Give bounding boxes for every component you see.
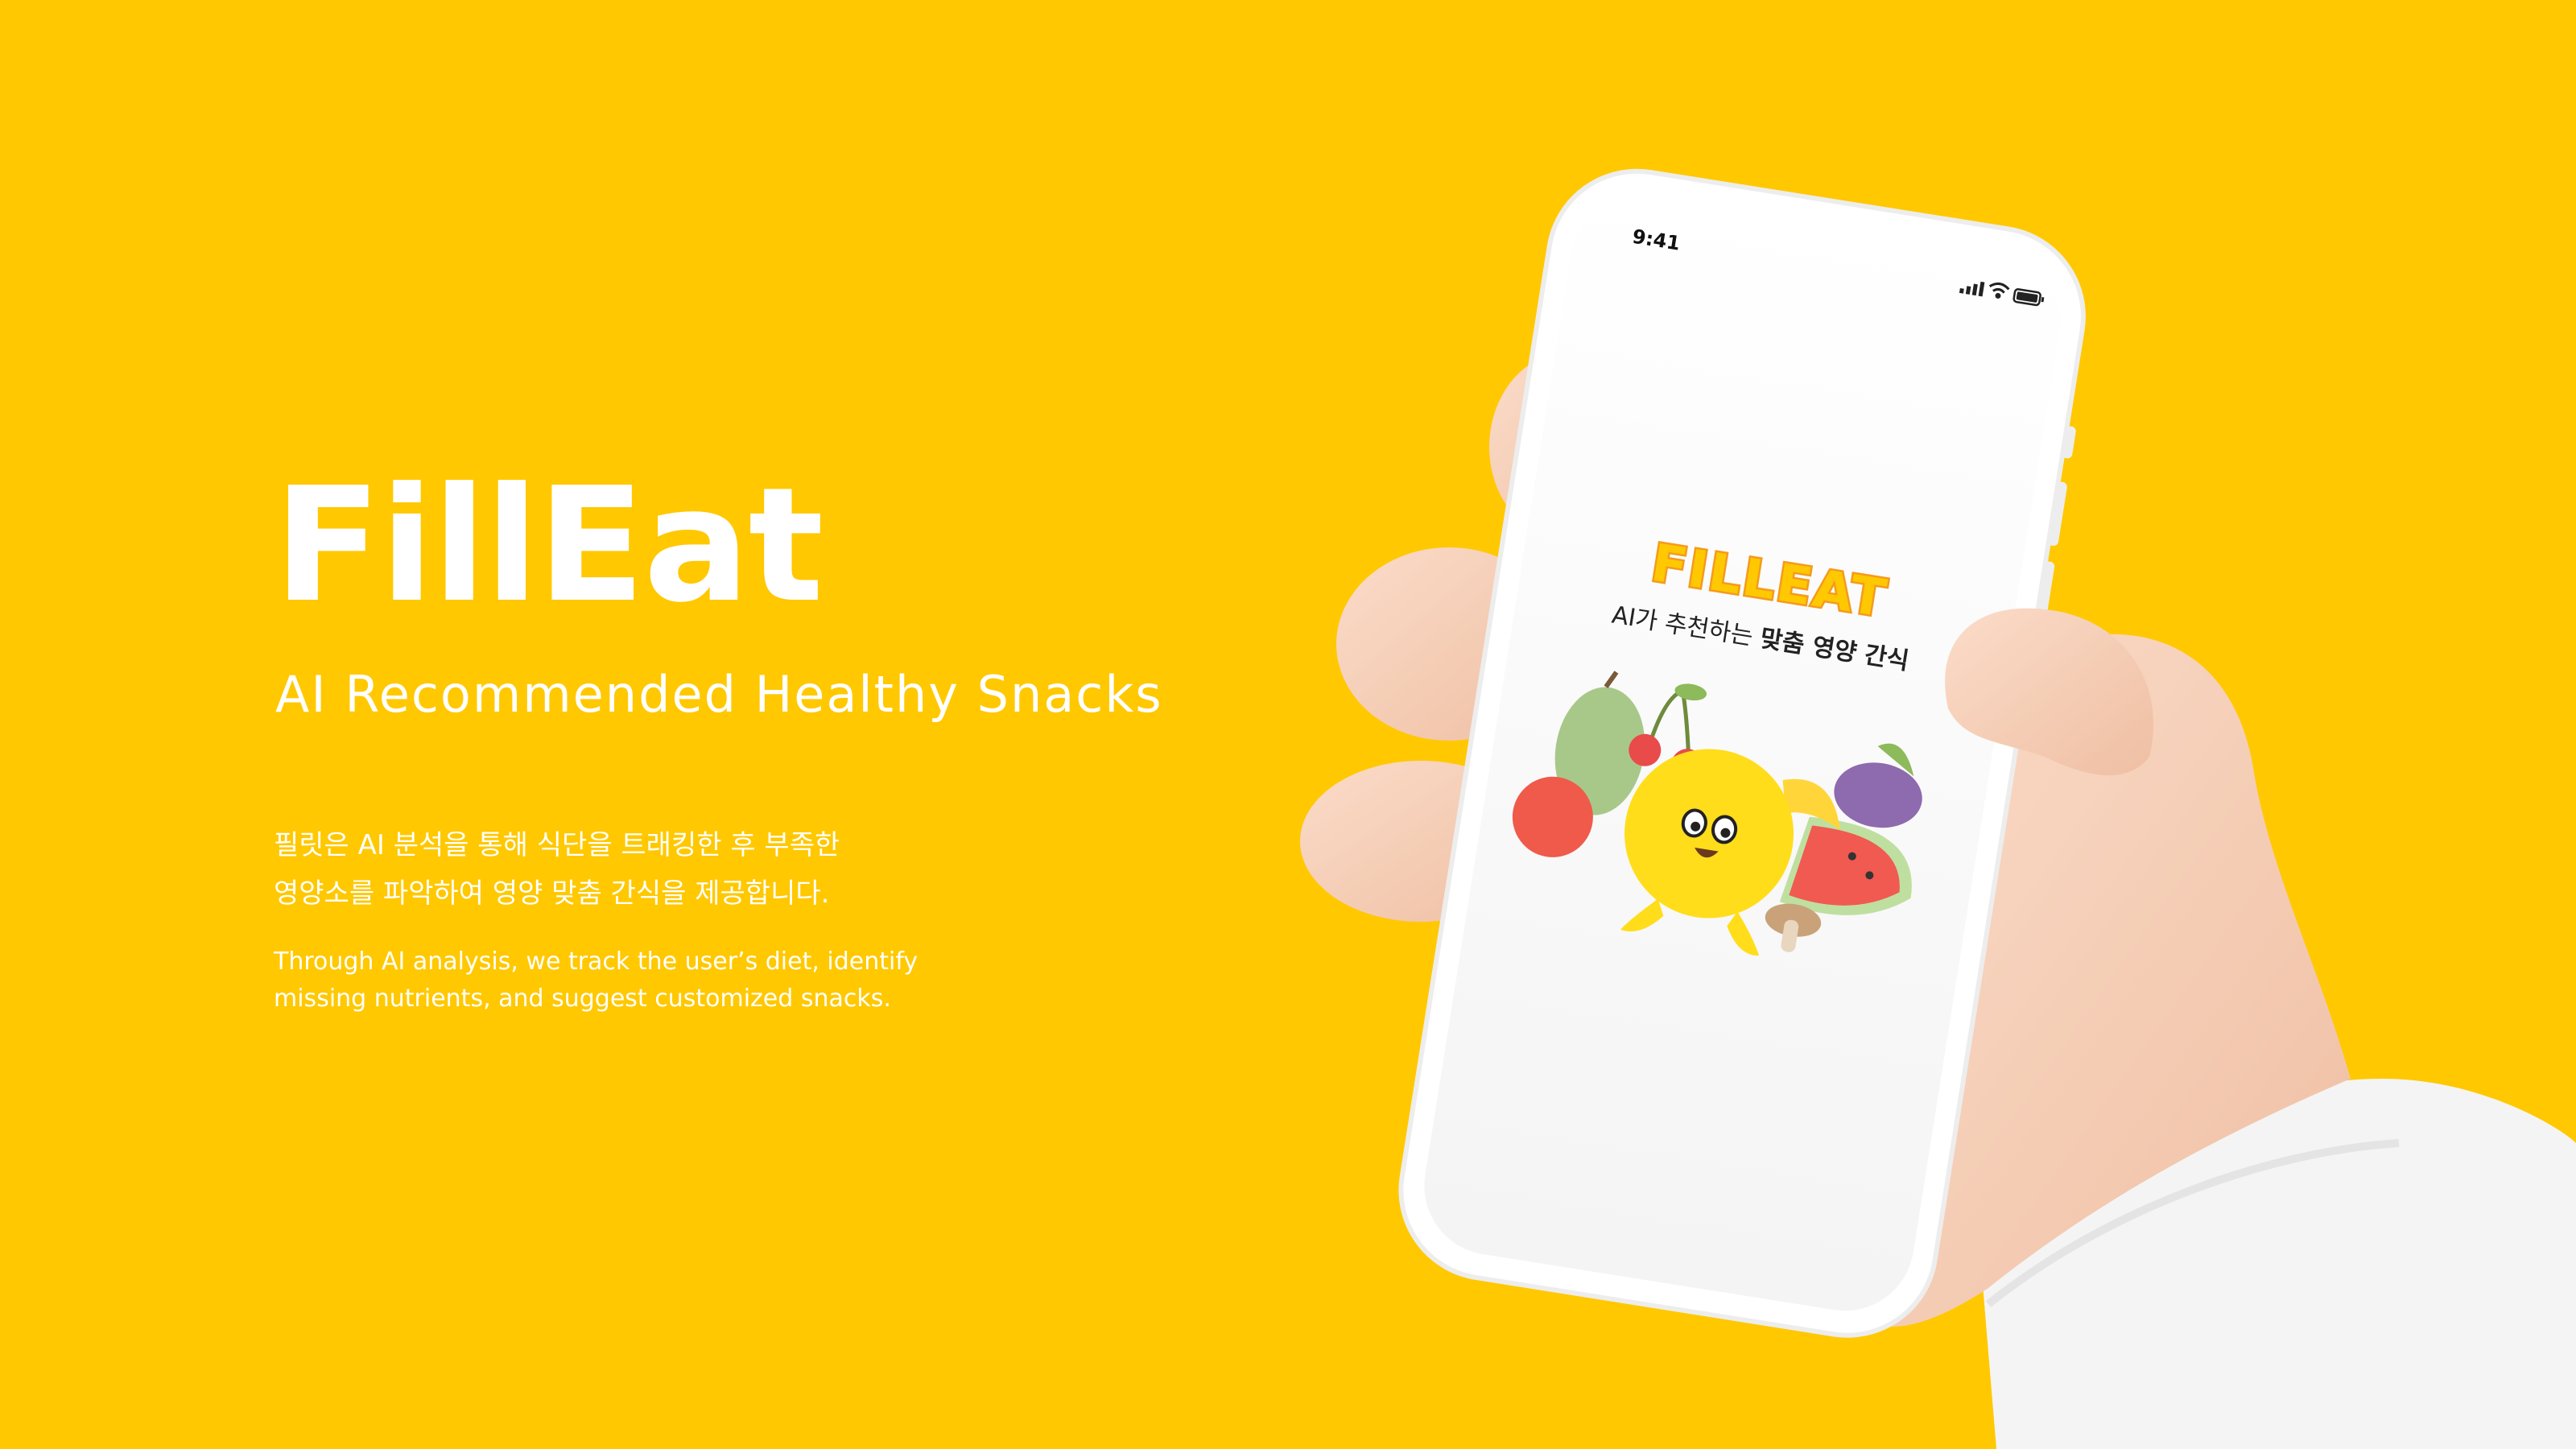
phone-in-hand-illustration: 9:41 FILLEAT AI가 추천하는 맞춤 영양 간식 <box>1300 168 2576 1449</box>
